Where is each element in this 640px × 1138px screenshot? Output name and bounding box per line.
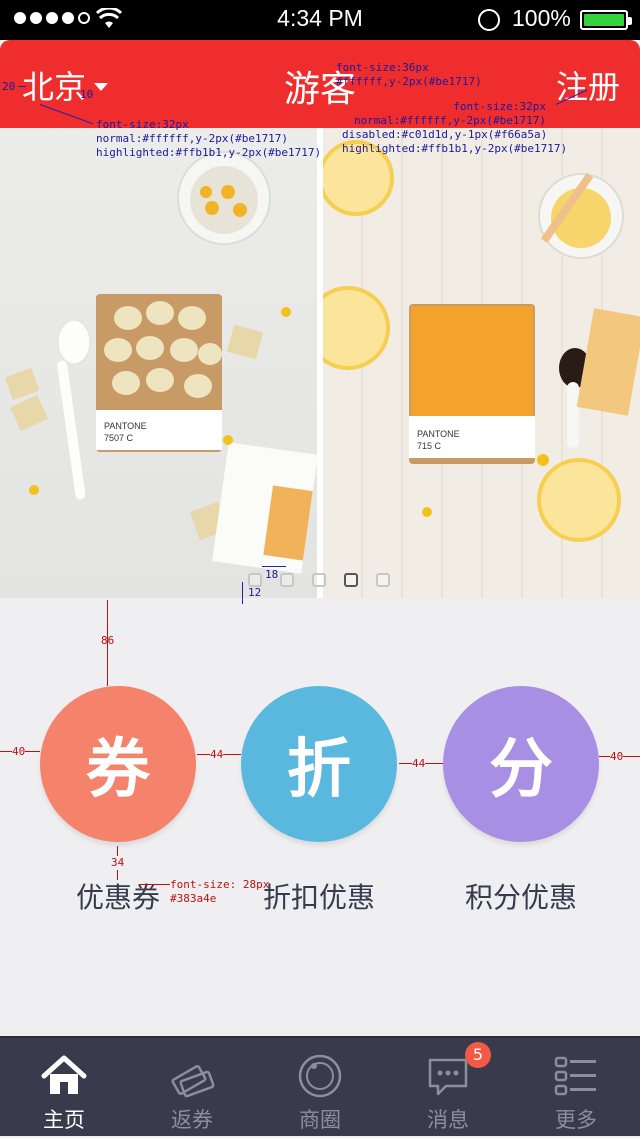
spec-dot-bottom: 12: [248, 586, 262, 599]
svg-text:PANTONE: PANTONE: [417, 429, 460, 439]
feature-section: 券 优惠券 折 折扣优惠 分 积分优惠: [0, 598, 640, 1036]
spec-cards-gap-1: 44: [210, 748, 224, 762]
page-dot-active[interactable]: [344, 573, 358, 587]
bottom-tab-bar: 主页 返券 商圈 消息 更多: [0, 1036, 640, 1136]
banana-toast-illustration: PANTONE 7507 C: [4, 151, 318, 574]
tab-coupons[interactable]: 返券: [128, 1038, 256, 1138]
spec-title: font-size:36px #ffffff,y-2px(#be1717): [336, 61, 482, 88]
rotation-lock-icon: [478, 9, 500, 31]
page-dot[interactable]: [376, 573, 390, 587]
spec-cards-top: 86: [101, 634, 115, 647]
tab-messages-label: 消息: [427, 1108, 469, 1132]
page-dot[interactable]: [248, 573, 262, 587]
spec-city-arrow: 10: [80, 88, 94, 101]
tickets-icon: [171, 1065, 215, 1098]
tab-home-label: 主页: [43, 1108, 85, 1132]
message-count-badge: 5: [465, 1042, 491, 1068]
spec-city-left: 20: [2, 80, 16, 93]
spec-register: font-size:32px normal:#ffffff,y-2px(#be1…: [342, 100, 568, 155]
points-icon[interactable]: 分: [443, 686, 599, 842]
banner-carousel[interactable]: PANTONE 7507 C PANTONE 715 C: [0, 128, 640, 598]
tab-messages[interactable]: 消息: [384, 1038, 512, 1138]
tab-business-circle-label: 商圈: [299, 1108, 341, 1132]
circle-orbit-icon: [298, 1054, 342, 1098]
page-dot[interactable]: [312, 573, 326, 587]
spec-label: font-size: 28px #383a4e: [170, 878, 270, 905]
status-bar: 4:34 PM 100%: [0, 0, 640, 40]
spec-dot-gap: 18: [265, 568, 279, 581]
tab-business-circle[interactable]: 商圈: [256, 1038, 384, 1138]
svg-text:715 C: 715 C: [417, 441, 442, 451]
tab-home[interactable]: 主页: [0, 1038, 128, 1138]
spec-cards-left: 40: [12, 745, 26, 759]
spec-city: font-size:32px normal:#ffffff,y-2px(#be1…: [96, 118, 322, 159]
coupon-icon[interactable]: 券: [40, 686, 196, 842]
home-icon: [41, 1055, 87, 1094]
tab-more[interactable]: 更多: [512, 1038, 640, 1138]
list-menu-icon: [554, 1056, 596, 1096]
spec-cards-gap-2: 44: [412, 757, 426, 771]
banner-image-orange-toast: PANTONE 715 C: [306, 128, 640, 598]
battery-percent: 100%: [512, 5, 571, 31]
tab-coupons-label: 返券: [171, 1108, 213, 1132]
svg-text:7507 C: 7507 C: [104, 433, 134, 443]
banner-image-banana-toast: PANTONE 7507 C: [0, 128, 318, 598]
battery-icon: [580, 10, 632, 30]
svg-text:PANTONE: PANTONE: [104, 421, 147, 431]
discount-icon[interactable]: 折: [241, 686, 397, 842]
points-label: 积分优惠: [464, 881, 577, 914]
spec-label-gap: 34: [111, 856, 125, 870]
orange-toast-illustration: PANTONE 715 C: [306, 140, 640, 542]
page-dot[interactable]: [280, 573, 294, 587]
spec-cards-right: 40: [610, 750, 624, 764]
register-button[interactable]: 注册: [556, 62, 620, 108]
points-card[interactable]: 分 积分优惠: [443, 686, 599, 916]
tab-more-label: 更多: [555, 1108, 597, 1132]
